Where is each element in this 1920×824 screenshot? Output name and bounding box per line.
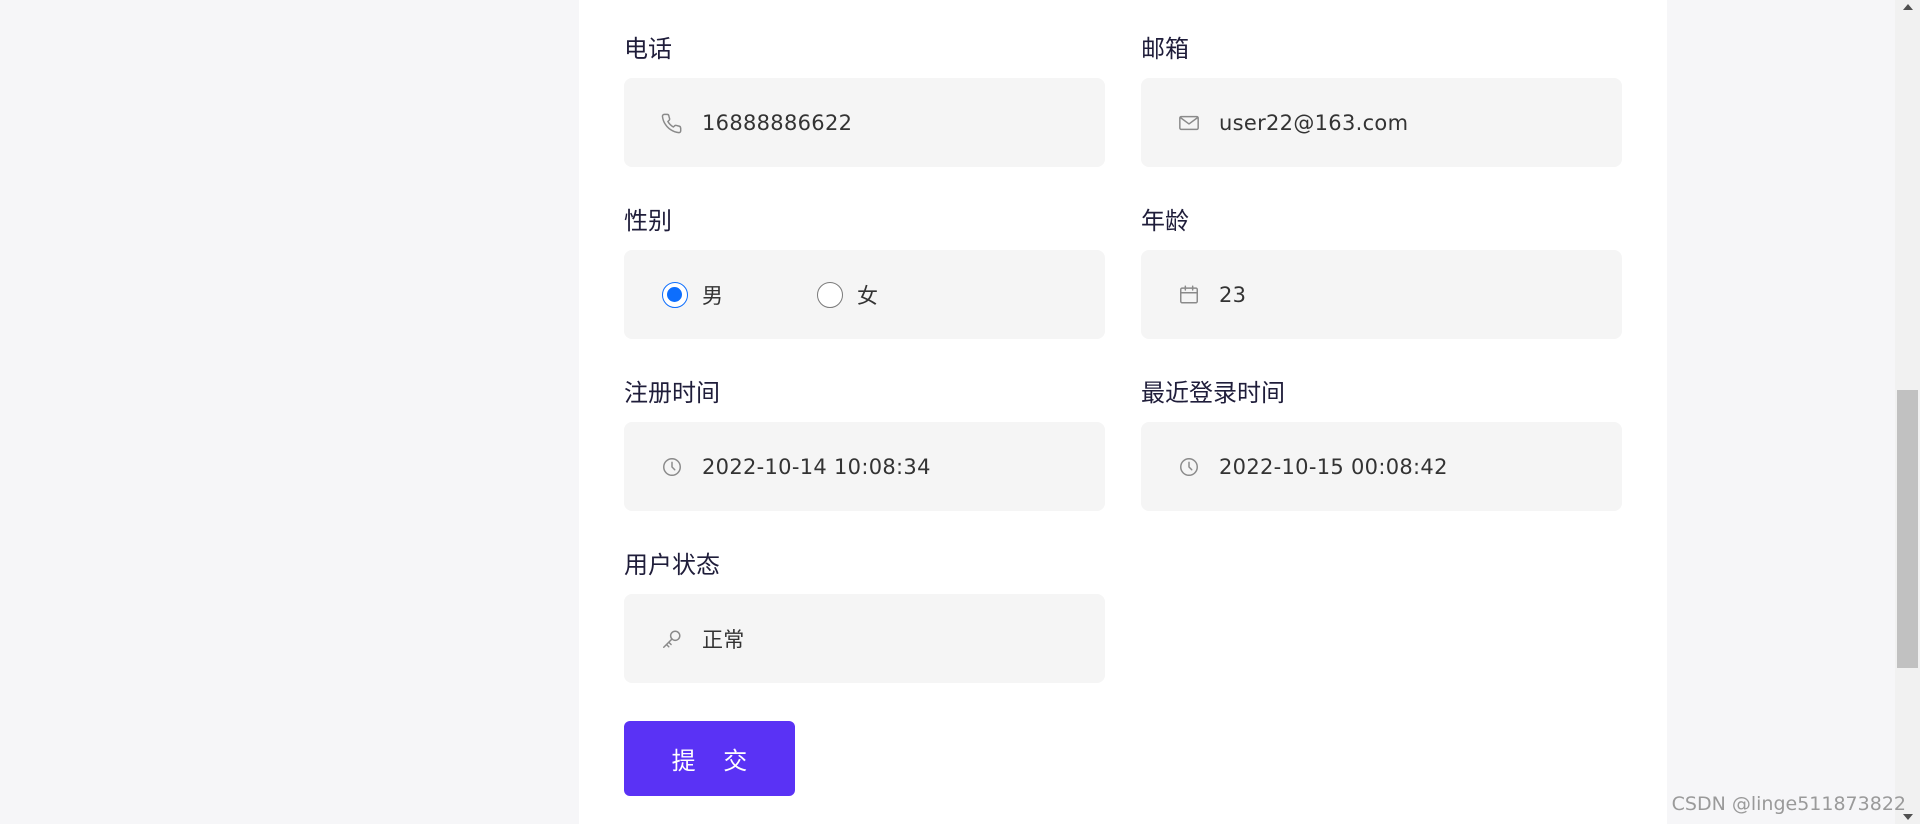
- mail-icon: [1177, 111, 1201, 135]
- phone-value: 16888886622: [702, 110, 853, 135]
- register-time-value: 2022-10-14 10:08:34: [702, 454, 931, 479]
- key-icon: [660, 627, 684, 651]
- clock-icon: [660, 455, 684, 479]
- age-value: 23: [1219, 282, 1247, 307]
- submit-button[interactable]: 提 交: [624, 721, 795, 796]
- scrollbar[interactable]: [1895, 0, 1920, 824]
- email-field[interactable]: user22@163.com: [1141, 78, 1622, 167]
- radio-female[interactable]: [817, 281, 843, 308]
- last-login-time-label: 最近登录时间: [1141, 379, 1285, 407]
- user-status-field[interactable]: 正常: [624, 594, 1105, 683]
- radio-male[interactable]: [662, 281, 688, 308]
- watermark: CSDN @linge511873822: [1671, 793, 1906, 815]
- phone-field[interactable]: 16888886622: [624, 78, 1105, 167]
- calendar-icon: [1177, 283, 1201, 307]
- gender-radio-group: 男 女: [662, 280, 878, 310]
- page: 电话 16888886622 邮箱 user22@163.com 性别 男 女 …: [0, 0, 1920, 824]
- email-label: 邮箱: [1141, 35, 1189, 63]
- phone-icon: [660, 111, 684, 135]
- user-status-value: 正常: [702, 627, 745, 652]
- email-value: user22@163.com: [1219, 110, 1409, 135]
- gender-label: 性别: [624, 207, 672, 235]
- register-time-label: 注册时间: [624, 379, 720, 407]
- gender-field: 男 女: [624, 250, 1105, 339]
- radio-female-label: 女: [857, 283, 878, 308]
- last-login-time-value: 2022-10-15 00:08:42: [1219, 454, 1448, 479]
- age-field[interactable]: 23: [1141, 250, 1622, 339]
- radio-male-label: 男: [702, 283, 723, 308]
- gender-option-male[interactable]: 男: [662, 280, 723, 310]
- scroll-up-arrow-icon[interactable]: [1903, 4, 1913, 10]
- age-label: 年龄: [1141, 207, 1189, 235]
- phone-label: 电话: [624, 35, 672, 63]
- user-status-label: 用户状态: [624, 551, 720, 579]
- scroll-thumb[interactable]: [1897, 390, 1918, 668]
- gender-option-female[interactable]: 女: [817, 280, 878, 310]
- last-login-time-field[interactable]: 2022-10-15 00:08:42: [1141, 422, 1622, 511]
- register-time-field[interactable]: 2022-10-14 10:08:34: [624, 422, 1105, 511]
- clock-icon: [1177, 455, 1201, 479]
